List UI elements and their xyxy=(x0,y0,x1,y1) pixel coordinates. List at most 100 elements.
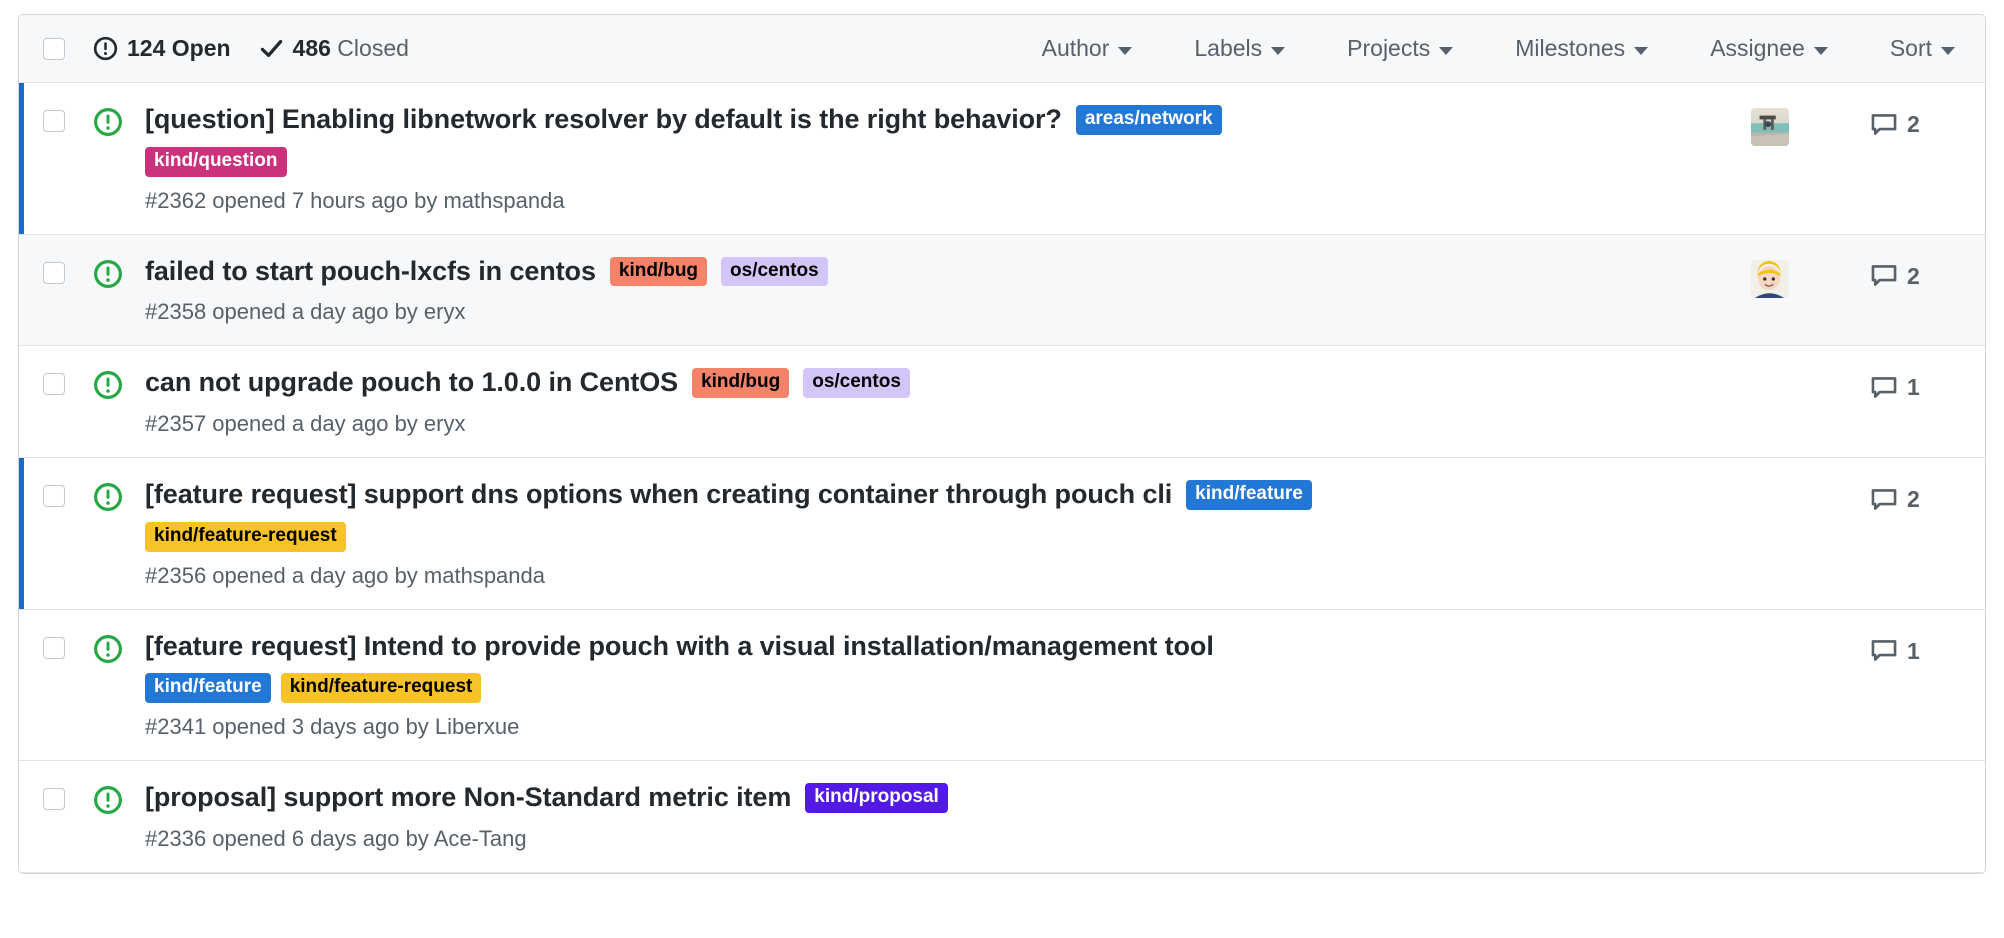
issue-opened-icon xyxy=(93,36,118,61)
comment-count[interactable]: 1 xyxy=(1871,368,1963,401)
avatar[interactable] xyxy=(1751,108,1789,146)
labels-filter[interactable]: Labels xyxy=(1194,35,1285,62)
select-all-checkbox[interactable] xyxy=(43,38,65,60)
closed-state-filter-label: 486 Closed xyxy=(293,35,409,62)
issue-label[interactable]: kind/feature xyxy=(1186,480,1312,510)
issue-label[interactable]: kind/feature-request xyxy=(145,522,346,552)
open-state-filter[interactable]: 124 Open xyxy=(93,35,231,62)
issues-list-container: 124 Open 486 Closed Author Labels Projects M… xyxy=(18,14,1986,874)
issue-meta: #2356 opened a day ago by mathspanda xyxy=(145,563,1735,589)
sort-filter-label: Sort xyxy=(1890,35,1932,62)
comment-count[interactable]: 2 xyxy=(1871,105,1963,138)
comment-count-value: 2 xyxy=(1907,486,1920,513)
issue-row[interactable]: failed to start pouch-lxcfs in centos kin… xyxy=(19,235,1985,347)
issue-row[interactable]: [proposal] support more Non-Standard met… xyxy=(19,761,1985,873)
issue-select-checkbox[interactable] xyxy=(43,637,65,659)
issue-row-right xyxy=(1751,781,1963,815)
issue-row[interactable]: [feature request] Intend to provide pouc… xyxy=(19,610,1985,762)
filter-dropdowns: Author Labels Projects Milestones Assignee So… xyxy=(1042,35,1963,62)
issue-row-right: 2 xyxy=(1751,103,1963,146)
issue-meta: #2358 opened a day ago by eryx xyxy=(145,299,1735,325)
issue-meta: #2341 opened 3 days ago by Liberxue xyxy=(145,714,1735,740)
issue-label[interactable]: kind/feature xyxy=(145,673,271,703)
issue-meta: #2357 opened a day ago by eryx xyxy=(145,411,1735,437)
check-icon xyxy=(259,36,284,61)
issue-opened-icon xyxy=(93,107,123,137)
avatar[interactable] xyxy=(1751,260,1789,298)
issue-row[interactable]: [question] Enabling libnetwork resolver … xyxy=(19,83,1985,235)
issue-title-line: [proposal] support more Non-Standard met… xyxy=(145,781,1735,815)
projects-filter-label: Projects xyxy=(1347,35,1430,62)
issue-title-link[interactable]: failed to start pouch-lxcfs in centos xyxy=(145,255,596,289)
issue-select-checkbox[interactable] xyxy=(43,788,65,810)
chevron-down-icon xyxy=(1634,47,1648,55)
issue-row-right: 2 xyxy=(1751,478,1963,513)
closed-count: 486 xyxy=(293,35,331,61)
issue-body: [proposal] support more Non-Standard met… xyxy=(145,781,1735,852)
assignee-filter[interactable]: Assignee xyxy=(1710,35,1828,62)
issue-body: [feature request] support dns options wh… xyxy=(145,478,1735,589)
issue-select-checkbox[interactable] xyxy=(43,262,65,284)
issue-labels-row: kind/feature kind/feature-request xyxy=(145,673,1735,703)
issue-title-link[interactable]: [question] Enabling libnetwork resolver … xyxy=(145,103,1062,137)
comment-count-value: 2 xyxy=(1907,263,1920,290)
issue-meta: #2336 opened 6 days ago by Ace-Tang xyxy=(145,826,1735,852)
state-filters: 124 Open 486 Closed xyxy=(93,35,409,62)
issue-title-link[interactable]: [feature request] support dns options wh… xyxy=(145,478,1172,512)
issue-label[interactable]: kind/feature-request xyxy=(281,673,482,703)
issue-select-checkbox[interactable] xyxy=(43,110,65,132)
issue-label[interactable]: kind/bug xyxy=(610,257,707,287)
chevron-down-icon xyxy=(1118,47,1132,55)
issue-opened-icon xyxy=(93,785,123,815)
issue-labels-row: kind/feature-request xyxy=(145,522,1735,552)
author-filter-label: Author xyxy=(1042,35,1110,62)
issue-label[interactable]: os/centos xyxy=(803,368,910,398)
comment-icon xyxy=(1871,487,1897,513)
open-state-filter-label: 124 Open xyxy=(127,35,231,62)
issues-page: 124 Open 486 Closed Author Labels Projects M… xyxy=(0,0,2004,938)
comment-icon xyxy=(1871,263,1897,289)
comment-count[interactable]: 2 xyxy=(1871,480,1963,513)
assignee-avatar-slot xyxy=(1751,105,1871,146)
closed-state-filter[interactable]: 486 Closed xyxy=(259,35,409,62)
issues-list-header: 124 Open 486 Closed Author Labels Projects M… xyxy=(19,15,1985,83)
labels-filter-label: Labels xyxy=(1194,35,1262,62)
comment-icon xyxy=(1871,638,1897,664)
chevron-down-icon xyxy=(1941,47,1955,55)
issue-label[interactable]: kind/question xyxy=(145,147,287,177)
comment-count[interactable]: 2 xyxy=(1871,257,1963,290)
issue-label[interactable]: kind/proposal xyxy=(805,783,948,813)
chevron-down-icon xyxy=(1271,47,1285,55)
comment-icon xyxy=(1871,375,1897,401)
chevron-down-icon xyxy=(1439,47,1453,55)
issue-opened-icon xyxy=(93,634,123,664)
issue-select-checkbox[interactable] xyxy=(43,373,65,395)
issue-label[interactable]: os/centos xyxy=(721,257,828,287)
assignee-avatar-slot xyxy=(1751,257,1871,298)
issue-title-link[interactable]: can not upgrade pouch to 1.0.0 in CentOS xyxy=(145,366,678,400)
issue-select-checkbox[interactable] xyxy=(43,485,65,507)
comment-count[interactable]: 1 xyxy=(1871,632,1963,665)
issue-label[interactable]: areas/network xyxy=(1076,105,1222,135)
issue-title-line: [question] Enabling libnetwork resolver … xyxy=(145,103,1735,137)
comment-count-value: 2 xyxy=(1907,111,1920,138)
issue-title-link[interactable]: [feature request] Intend to provide pouc… xyxy=(145,630,1214,664)
assignee-avatar-slot xyxy=(1751,480,1871,483)
author-filter[interactable]: Author xyxy=(1042,35,1133,62)
issue-row-right: 1 xyxy=(1751,366,1963,401)
issue-title-link[interactable]: [proposal] support more Non-Standard met… xyxy=(145,781,791,815)
projects-filter[interactable]: Projects xyxy=(1347,35,1453,62)
issue-opened-icon xyxy=(93,370,123,400)
assignee-avatar-slot xyxy=(1751,783,1871,786)
issue-row[interactable]: [feature request] support dns options wh… xyxy=(19,458,1985,610)
issue-row-right: 2 xyxy=(1751,255,1963,298)
issue-opened-icon xyxy=(93,482,123,512)
milestones-filter[interactable]: Milestones xyxy=(1515,35,1648,62)
assignee-avatar-slot xyxy=(1751,368,1871,371)
milestones-filter-label: Milestones xyxy=(1515,35,1625,62)
comment-icon xyxy=(1871,112,1897,138)
sort-filter[interactable]: Sort xyxy=(1890,35,1955,62)
header-left-group: 124 Open 486 Closed xyxy=(43,35,409,62)
issue-label[interactable]: kind/bug xyxy=(692,368,789,398)
issue-row[interactable]: can not upgrade pouch to 1.0.0 in CentOS… xyxy=(19,346,1985,458)
